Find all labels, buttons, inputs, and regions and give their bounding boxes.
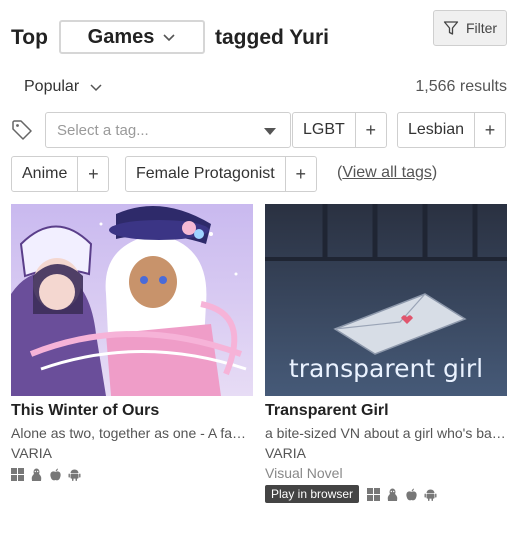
page-header: Top Games tagged Yuri Filter	[11, 10, 507, 62]
game-genre: Visual Novel	[265, 465, 343, 481]
tag-chip-label[interactable]: LGBT	[293, 113, 356, 147]
add-tag-button[interactable]: +	[286, 157, 316, 191]
type-dropdown-label: Games	[87, 25, 155, 48]
header-suffix: tagged Yuri	[215, 26, 329, 49]
chevron-down-icon	[163, 34, 175, 42]
apple-icon	[50, 468, 61, 480]
filter-button-label: Filter	[465, 20, 498, 36]
tag-icon	[12, 120, 32, 140]
view-all-tags-link[interactable]: View all tags	[342, 164, 432, 181]
windows-icon	[367, 487, 381, 501]
game-thumbnail[interactable]: transparent girl	[265, 204, 507, 396]
header-prefix: Top	[11, 26, 48, 49]
tag-row-2: Anime + Female Protagonist + (View all t…	[11, 156, 507, 192]
linux-icon	[387, 488, 398, 501]
apple-icon	[406, 488, 417, 500]
linux-icon	[31, 468, 42, 481]
game-card: transparent girl Transparent Girl a bite…	[265, 204, 507, 503]
add-tag-button[interactable]: +	[78, 157, 108, 191]
tag-chip-female-protagonist: Female Protagonist +	[125, 156, 317, 192]
tag-select[interactable]: Select a tag...	[45, 112, 291, 148]
tag-chip-lgbt: LGBT +	[292, 112, 387, 148]
tag-chip-label[interactable]: Female Protagonist	[126, 157, 286, 191]
tag-chip-label[interactable]: Anime	[12, 157, 79, 191]
tag-select-placeholder: Select a tag...	[57, 121, 149, 139]
chevron-down-icon	[90, 84, 102, 92]
game-thumbnail[interactable]	[11, 204, 253, 396]
caret-down-icon	[264, 128, 276, 135]
game-title[interactable]: Transparent Girl	[265, 402, 507, 420]
android-icon	[68, 469, 81, 481]
tag-chip-label[interactable]: Lesbian	[398, 113, 476, 147]
tag-chip-lesbian: Lesbian +	[397, 112, 507, 148]
add-tag-button[interactable]: +	[475, 113, 505, 147]
results-count: 1,566 results	[415, 78, 507, 95]
tag-chip-anime: Anime +	[11, 156, 110, 192]
play-in-browser-badge: Play in browser	[265, 485, 360, 503]
filter-icon	[443, 21, 459, 35]
type-dropdown[interactable]: Games	[59, 20, 205, 54]
windows-icon	[11, 467, 24, 481]
platform-icons: Play in browser	[265, 485, 507, 503]
sort-dropdown[interactable]: Popular	[24, 78, 103, 96]
sort-dropdown-label: Popular	[24, 78, 80, 95]
filter-button[interactable]: Filter	[433, 10, 507, 46]
view-all-close-paren: )	[431, 164, 438, 181]
game-author[interactable]: VARIA	[11, 445, 253, 461]
game-author[interactable]: VARIA	[265, 445, 507, 461]
game-description: Alone as two, together as one - A fan-ma…	[11, 425, 253, 441]
platform-icons	[11, 466, 253, 482]
thumbnail-caption: transparent girl	[289, 354, 483, 383]
android-icon	[424, 489, 437, 501]
game-title[interactable]: This Winter of Ours	[11, 402, 253, 420]
game-description: a bite-sized VN about a girl who's barel…	[265, 425, 507, 441]
view-all-tags: (View all tags)	[337, 164, 437, 182]
tag-row-1: Select a tag... LGBT + Lesbian +	[11, 112, 507, 148]
add-tag-button[interactable]: +	[356, 113, 386, 147]
game-card: This Winter of Ours Alone as two, togeth…	[11, 204, 253, 482]
